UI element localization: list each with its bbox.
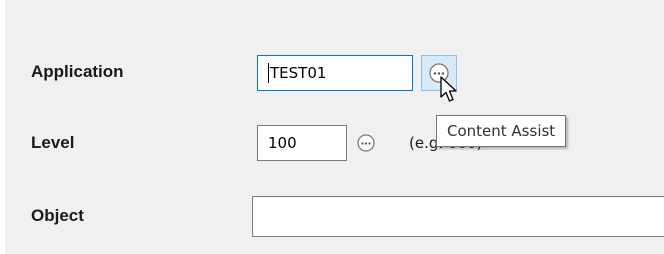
object-input[interactable] bbox=[252, 196, 664, 237]
level-input[interactable]: 100 bbox=[257, 125, 347, 161]
ellipsis-circle-icon bbox=[357, 134, 375, 152]
object-label: Object bbox=[31, 206, 84, 225]
application-input[interactable]: TEST01 bbox=[257, 55, 413, 91]
content-assist-tooltip: Content Assist bbox=[436, 115, 567, 147]
text-caret bbox=[268, 62, 269, 83]
level-label: Level bbox=[31, 133, 75, 152]
application-label: Application bbox=[31, 62, 124, 81]
mouse-pointer-icon bbox=[440, 76, 457, 102]
application-input-value: TEST01 bbox=[270, 64, 327, 82]
level-input-value: 100 bbox=[268, 134, 297, 152]
level-content-assist-button[interactable] bbox=[355, 132, 377, 154]
